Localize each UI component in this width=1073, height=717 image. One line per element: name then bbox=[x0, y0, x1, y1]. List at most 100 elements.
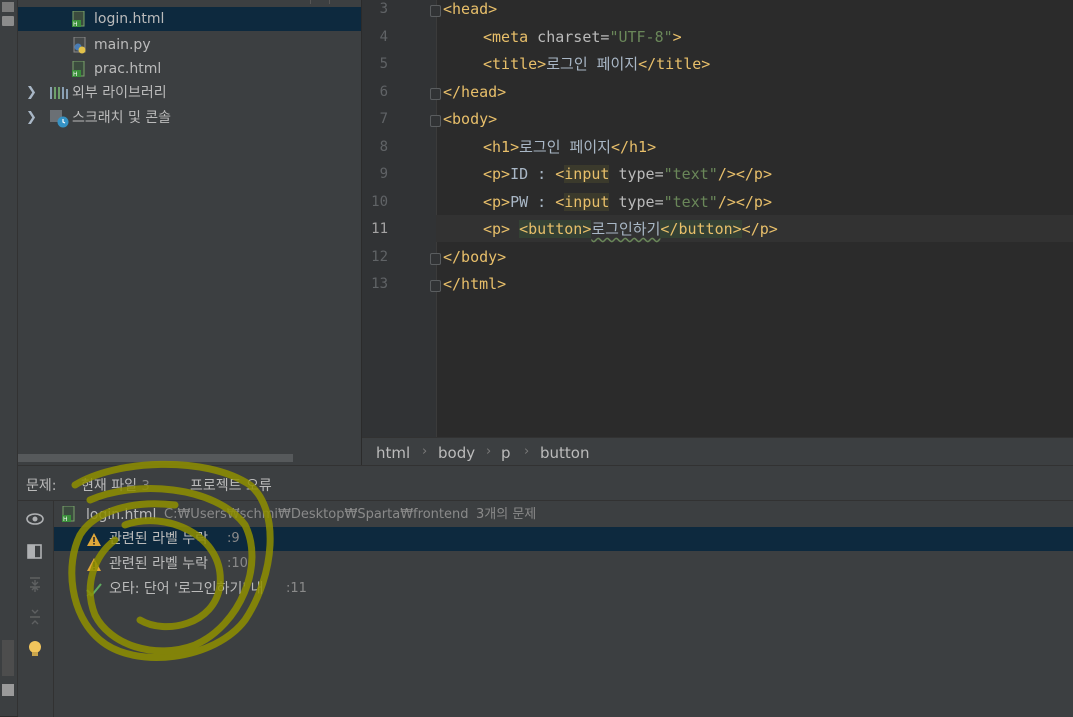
code-token: < bbox=[555, 193, 565, 211]
code-token: type= bbox=[609, 193, 664, 211]
code-token: <title> bbox=[483, 55, 547, 73]
project-tree: H login.html main.py H prac.html ❯ 외부 라이… bbox=[18, 0, 361, 465]
code-token: "text" bbox=[663, 165, 718, 183]
line-number: 10 bbox=[371, 194, 388, 210]
code-token: "UTF-8" bbox=[609, 28, 673, 46]
code-token: </button> bbox=[660, 220, 742, 238]
folder-icon[interactable] bbox=[2, 16, 14, 26]
code-line-8[interactable]: <h1>로그인 페이지</h1> bbox=[483, 135, 656, 159]
code-token: </p> bbox=[735, 165, 772, 183]
code-token: </p> bbox=[741, 220, 778, 238]
problem-item[interactable]: 관련된 라벨 누락 :9 bbox=[54, 527, 1073, 551]
tree-item-main-py[interactable]: main.py bbox=[18, 33, 361, 57]
breadcrumb-item[interactable]: html bbox=[376, 444, 410, 462]
problems-label: 문제: bbox=[26, 478, 57, 494]
fold-marker[interactable] bbox=[430, 88, 441, 100]
breadcrumb: html › body › p › button bbox=[362, 437, 1073, 466]
line-number: 9 bbox=[379, 166, 388, 182]
line-number: 4 bbox=[379, 29, 388, 45]
line-number: 5 bbox=[379, 56, 388, 72]
tree-item-label: login.html bbox=[94, 11, 165, 27]
code-token: <p> bbox=[483, 220, 511, 238]
code-line-4[interactable]: <meta charset="UTF-8"> bbox=[483, 25, 682, 49]
collapse-icon[interactable] bbox=[26, 608, 44, 626]
problem-summary: 3개의 문제 bbox=[476, 507, 537, 522]
chevron-right-icon[interactable]: ❯ bbox=[26, 81, 37, 105]
problem-location: :9 bbox=[227, 531, 240, 546]
code-token: > bbox=[672, 28, 682, 46]
tab-current-file[interactable]: 현재 파일 3 bbox=[81, 475, 150, 495]
tree-item-scratches[interactable]: ❯ 스크래치 및 콘솔 bbox=[18, 106, 361, 130]
code-line-11[interactable]: <p> <button>로그인하기</button></p> bbox=[483, 217, 778, 241]
problems-toolbar bbox=[18, 501, 54, 717]
svg-text:H: H bbox=[73, 21, 78, 28]
code-line-9[interactable]: <p>ID : <input type="text"/></p> bbox=[483, 162, 772, 186]
code-token: charset= bbox=[528, 28, 610, 46]
code-token: </head> bbox=[443, 83, 507, 101]
code-token: <button> bbox=[519, 220, 592, 238]
svg-text:H: H bbox=[63, 516, 68, 523]
tree-item-prac-html[interactable]: H prac.html bbox=[18, 57, 361, 81]
code-text: ID : bbox=[510, 165, 556, 183]
breadcrumb-item[interactable]: button bbox=[540, 444, 589, 462]
line-number: 3 bbox=[379, 1, 388, 17]
code-token: <body> bbox=[443, 110, 498, 128]
tree-item-login-html[interactable]: H login.html bbox=[18, 7, 361, 31]
chevron-right-icon[interactable]: ❯ bbox=[26, 106, 37, 130]
eye-icon[interactable] bbox=[26, 512, 44, 530]
expand-icon[interactable] bbox=[26, 576, 44, 594]
bulb-icon[interactable] bbox=[26, 640, 44, 658]
tree-item-label: 외부 라이브러리 bbox=[72, 85, 167, 101]
svg-text:H: H bbox=[73, 71, 78, 78]
code-token: </p> bbox=[735, 193, 772, 211]
problems-panel: 문제: 현재 파일 3 프로젝트 오류 H login.html C:₩User… bbox=[18, 465, 1073, 717]
tab-label: 현재 파일 bbox=[81, 478, 137, 494]
code-token: /> bbox=[717, 165, 736, 183]
scratch-icon bbox=[50, 110, 70, 136]
line-number-current: 11 bbox=[371, 221, 388, 237]
tree-item-label: 스크래치 및 콘솔 bbox=[72, 110, 172, 126]
problems-tab-bar: 문제: 현재 파일 3 프로젝트 오류 bbox=[18, 466, 1073, 501]
tab-project-errors[interactable]: 프로젝트 오류 bbox=[190, 475, 272, 495]
fold-marker[interactable] bbox=[430, 115, 441, 127]
code-token: </h1> bbox=[610, 138, 657, 156]
tree-item-external-libraries[interactable]: ❯ 외부 라이브러리 bbox=[18, 81, 361, 105]
code-token: "text" bbox=[663, 193, 718, 211]
code-token: <meta bbox=[483, 28, 529, 46]
problem-item[interactable]: 오타: 단어 '로그인하기' 내 :11 bbox=[54, 577, 1073, 601]
structure-tool-icon[interactable] bbox=[2, 640, 14, 676]
code-editor[interactable]: 3 4 5 6 7 8 9 10 11 12 13 <head> <meta c… bbox=[362, 0, 1073, 437]
code-line-6[interactable]: </head> bbox=[443, 80, 506, 104]
code-text: 로그인하기 bbox=[591, 220, 661, 238]
code-line-5[interactable]: <title>로그인 페이지</title> bbox=[483, 52, 710, 76]
tab-count: 3 bbox=[141, 479, 150, 494]
tree-header-edge bbox=[310, 0, 330, 4]
problem-file-row[interactable]: H login.html C:₩Users₩schmi₩Desktop₩Spar… bbox=[54, 503, 1073, 527]
code-token: < bbox=[555, 165, 565, 183]
breadcrumb-separator: › bbox=[524, 444, 530, 459]
fold-marker[interactable] bbox=[430, 253, 441, 265]
tree-item-label: prac.html bbox=[94, 61, 162, 77]
code-line-12[interactable]: </body> bbox=[443, 245, 506, 269]
code-token: <p> bbox=[483, 193, 511, 211]
project-tool-icon[interactable] bbox=[2, 2, 14, 12]
code-line-10[interactable]: <p>PW : <input type="text"/></p> bbox=[483, 190, 772, 214]
code-line-3[interactable]: <head> bbox=[443, 0, 497, 21]
bookmark-icon[interactable] bbox=[2, 684, 14, 696]
line-number: 6 bbox=[379, 84, 388, 100]
code-line-13[interactable]: </html> bbox=[443, 272, 506, 296]
typo-check-icon bbox=[86, 581, 102, 605]
breadcrumb-item[interactable]: body bbox=[438, 444, 475, 462]
line-number: 8 bbox=[379, 139, 388, 155]
fold-marker[interactable] bbox=[430, 280, 441, 292]
problems-list: H login.html C:₩Users₩schmi₩Desktop₩Spar… bbox=[54, 501, 1073, 717]
tree-horizontal-scrollbar[interactable] bbox=[18, 454, 293, 462]
code-line-7[interactable]: <body> bbox=[443, 107, 497, 131]
breadcrumb-item[interactable]: p bbox=[501, 444, 511, 462]
problem-item[interactable]: 관련된 라벨 누락 :10 bbox=[54, 552, 1073, 576]
fold-marker[interactable] bbox=[430, 5, 441, 17]
problem-location: :10 bbox=[227, 556, 248, 571]
code-text: 로그인 페이지 bbox=[519, 138, 611, 156]
code-text: 로그인 페이지 bbox=[546, 55, 639, 73]
preview-icon[interactable] bbox=[26, 544, 44, 562]
